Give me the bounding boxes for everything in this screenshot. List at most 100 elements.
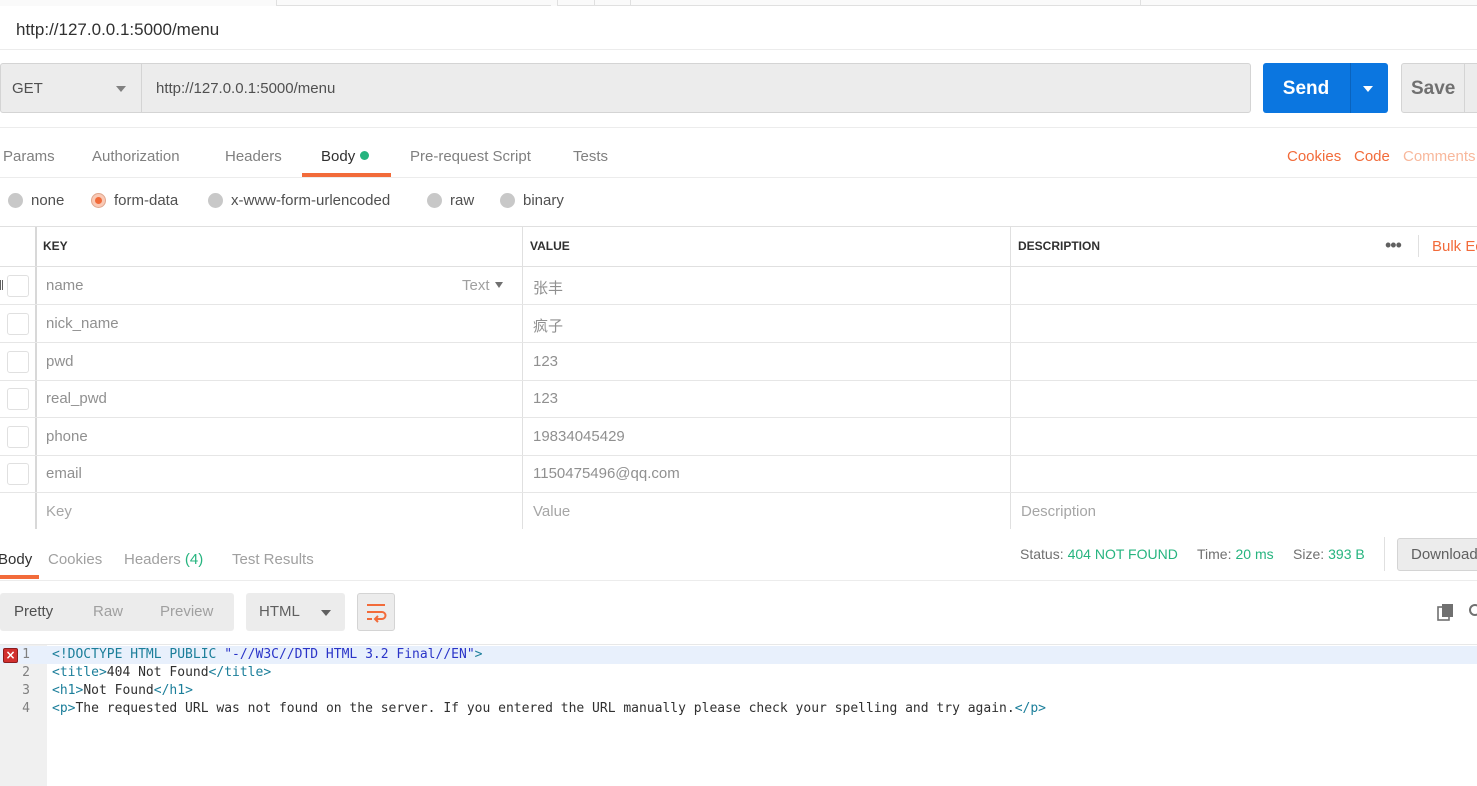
code-text: <p>The requested URL was not found on th…: [52, 701, 1046, 716]
status-label: Status:: [1020, 546, 1064, 562]
tab-strip-segment[interactable]: [1140, 0, 1477, 6]
code-token: </h1>: [153, 683, 193, 698]
drag-handle-icon[interactable]: [0, 280, 3, 290]
key-cell[interactable]: name: [46, 277, 84, 294]
tab-response-body[interactable]: Body: [0, 551, 32, 568]
row-checkbox[interactable]: [7, 388, 29, 410]
method-label: GET: [12, 80, 43, 97]
tab-strip-segment[interactable]: [630, 0, 1140, 6]
code-line: 2 <title>404 Not Found</title>: [0, 664, 1477, 682]
radio-label: none: [31, 192, 65, 209]
new-value-input[interactable]: Value: [533, 503, 570, 520]
key-type-select[interactable]: Text: [462, 277, 503, 294]
response-code-editor[interactable]: × 1 <!DOCTYPE HTML PUBLIC "-//W3C//DTD H…: [0, 644, 1477, 786]
response-tabs: Body Cookies Headers (4) Test Results St…: [0, 529, 1477, 581]
value-cell[interactable]: 张丰: [533, 277, 563, 298]
more-options-icon[interactable]: •••: [1385, 235, 1402, 256]
tab-strip-segment[interactable]: [557, 0, 594, 6]
tab-strip: [0, 0, 1477, 6]
radio-none[interactable]: none: [8, 192, 64, 209]
tab-authorization[interactable]: Authorization: [92, 148, 180, 165]
tab-body-label: Body: [321, 148, 356, 165]
value-cell[interactable]: 1150475496@qq.com: [533, 465, 680, 482]
divider: [1464, 64, 1465, 112]
divider: [0, 49, 1477, 50]
key-cell[interactable]: email: [46, 465, 82, 482]
code-token: <!DOCTYPE HTML PUBLIC: [52, 647, 225, 662]
radio-form-data[interactable]: form-data: [91, 192, 178, 209]
line-number: 3: [22, 683, 30, 698]
value-cell[interactable]: 疯子: [533, 315, 563, 336]
new-description-input[interactable]: Description: [1021, 503, 1096, 520]
value-cell[interactable]: 123: [533, 390, 558, 407]
tab-pre-request-script[interactable]: Pre-request Script: [410, 148, 531, 165]
tab-response-headers-label: Headers: [124, 551, 181, 568]
code-token: The requested URL was not found on the s…: [75, 701, 1015, 716]
value-cell[interactable]: 19834045429: [533, 428, 625, 445]
tab-response-cookies[interactable]: Cookies: [48, 551, 102, 568]
method-select[interactable]: GET: [1, 64, 142, 112]
code-link[interactable]: Code: [1354, 148, 1390, 165]
key-cell[interactable]: real_pwd: [46, 390, 107, 407]
radio-binary[interactable]: binary: [500, 192, 564, 209]
view-mode-toggle: Pretty Raw Preview: [0, 593, 234, 631]
chevron-down-icon[interactable]: [1363, 86, 1373, 92]
radio-selected-icon: [91, 193, 106, 208]
code-token: <title>: [52, 665, 107, 680]
status-value[interactable]: 404 NOT FOUND: [1068, 546, 1178, 562]
size-stat: Size: 393 B: [1293, 546, 1365, 562]
send-button[interactable]: Send: [1263, 63, 1388, 113]
radio-label: binary: [523, 192, 564, 209]
table-row: email 1150475496@qq.com: [0, 455, 1477, 493]
tab-strip-segment[interactable]: [276, 0, 551, 6]
bulk-edit-link[interactable]: Bulk Edit: [1432, 238, 1477, 255]
tab-test-results[interactable]: Test Results: [232, 551, 314, 568]
radio-icon: [427, 193, 442, 208]
comments-link[interactable]: Comments: [1403, 148, 1476, 165]
row-checkbox[interactable]: [7, 426, 29, 448]
time-value[interactable]: 20 ms: [1235, 546, 1273, 562]
key-cell[interactable]: pwd: [46, 353, 74, 370]
language-select[interactable]: HTML: [246, 593, 345, 631]
view-raw[interactable]: Raw: [93, 603, 123, 620]
search-icon[interactable]: [1467, 603, 1477, 619]
radio-raw[interactable]: raw: [427, 192, 474, 209]
radio-x-www-form-urlencoded[interactable]: x-www-form-urlencoded: [208, 192, 390, 209]
new-key-input[interactable]: Key: [46, 503, 72, 520]
code-token: <h1>: [52, 683, 84, 698]
code-token: "-//W3C//DTD HTML 3.2 Final//EN": [224, 647, 475, 662]
tab-headers[interactable]: Headers: [225, 148, 282, 165]
code-token: Not Found: [83, 683, 154, 698]
save-button[interactable]: Save: [1401, 63, 1477, 113]
row-checkbox[interactable]: [7, 351, 29, 373]
table-row-new: Key Value Description: [0, 493, 1477, 531]
key-cell[interactable]: nick_name: [46, 315, 119, 332]
view-preview[interactable]: Preview: [160, 603, 213, 620]
copy-icon[interactable]: [1437, 603, 1455, 621]
tab-params[interactable]: Params: [3, 148, 55, 165]
value-cell[interactable]: 123: [533, 353, 558, 370]
tab-response-headers[interactable]: Headers (4): [124, 551, 203, 568]
row-checkbox[interactable]: [7, 313, 29, 335]
save-label: Save: [1411, 78, 1456, 99]
key-cell[interactable]: phone: [46, 428, 88, 445]
divider: [1350, 63, 1351, 113]
line-number: 2: [22, 665, 30, 680]
size-value[interactable]: 393 B: [1328, 546, 1365, 562]
wrap-lines-button[interactable]: [357, 593, 395, 631]
request-title[interactable]: http://127.0.0.1:5000/menu: [16, 20, 219, 40]
radio-label: x-www-form-urlencoded: [231, 192, 391, 209]
divider: [1418, 235, 1419, 257]
active-tab-indicator: [0, 575, 39, 579]
cookies-link[interactable]: Cookies: [1287, 148, 1341, 165]
row-checkbox[interactable]: [7, 275, 29, 297]
download-button[interactable]: Download: [1397, 538, 1477, 571]
table-row: real_pwd 123: [0, 380, 1477, 418]
line-number: 1: [22, 647, 30, 662]
tab-body[interactable]: Body: [321, 148, 370, 165]
row-checkbox[interactable]: [7, 463, 29, 485]
url-input[interactable]: http://127.0.0.1:5000/menu: [156, 80, 335, 97]
tab-tests[interactable]: Tests: [573, 148, 608, 165]
view-pretty[interactable]: Pretty: [14, 603, 53, 620]
tab-strip-segment[interactable]: [594, 0, 630, 6]
